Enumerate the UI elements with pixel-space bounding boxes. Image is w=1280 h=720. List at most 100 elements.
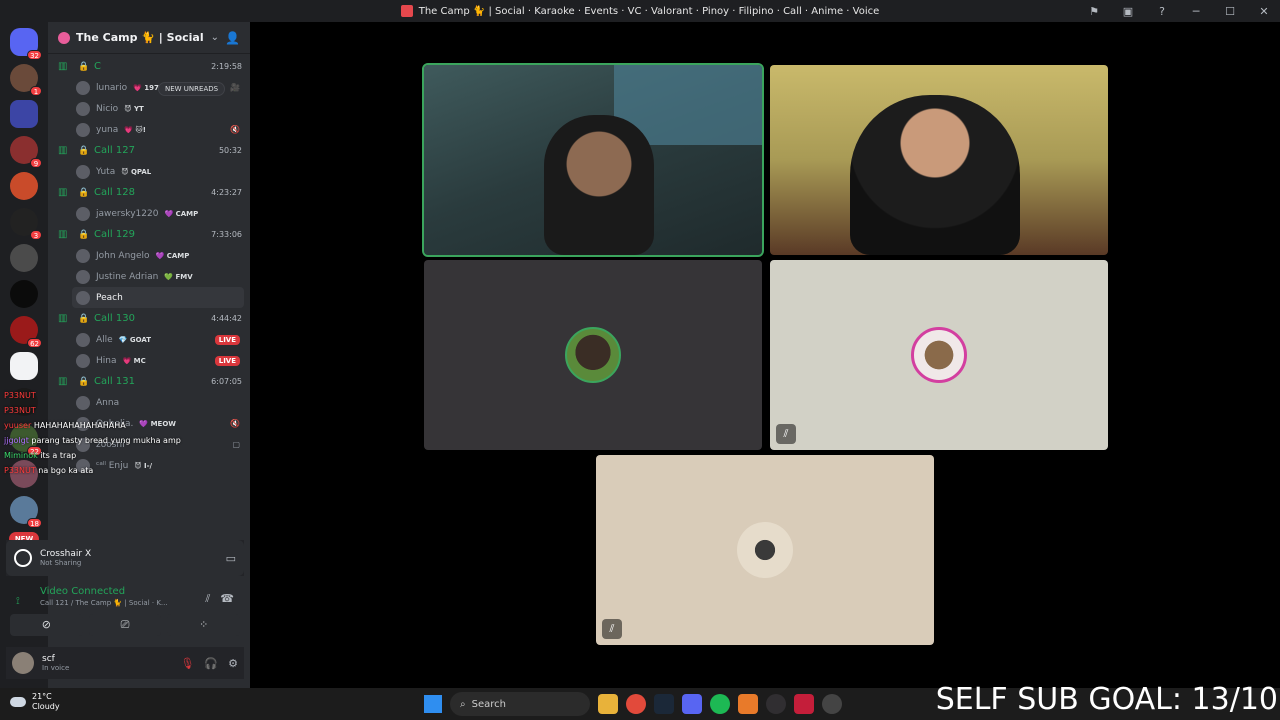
voice-channel-name: Call 130 (94, 313, 135, 324)
weather-widget[interactable]: 21°C Cloudy (10, 692, 60, 712)
server-badge: 1 (30, 86, 42, 96)
mic-muted-icon[interactable]: 🎙 (180, 657, 194, 670)
cloud-icon (10, 697, 26, 707)
help-icon[interactable]: ? (1154, 5, 1170, 18)
voice-connection-text: Video Connected Call 121 / The Camp 🐈 | … (14, 586, 236, 607)
spotify-icon[interactable] (710, 694, 730, 714)
avatar (76, 206, 90, 221)
speaker-icon: ▥ (58, 313, 68, 324)
avatar (76, 290, 90, 305)
close-button[interactable]: ✕ (1256, 5, 1272, 18)
server-icon[interactable] (10, 172, 38, 200)
discord-icon[interactable] (682, 694, 702, 714)
voice-member[interactable]: Nicio 😈 YT (48, 98, 250, 119)
app-icon[interactable] (822, 694, 842, 714)
guild-icon (58, 31, 70, 44)
screen-icon[interactable]: ▣ (1120, 5, 1136, 18)
obs-icon[interactable] (766, 694, 786, 714)
video-tile[interactable] (422, 63, 764, 257)
server-icon[interactable]: 9 (10, 136, 42, 168)
avatar-tile[interactable]: ⫽ (596, 455, 934, 645)
live-badge: LIVE (214, 355, 240, 366)
video-tile[interactable] (770, 65, 1108, 255)
avatar-tile[interactable]: ⫽ (770, 260, 1108, 450)
steam-icon[interactable] (654, 694, 674, 714)
maximize-button[interactable]: ☐ (1222, 5, 1238, 18)
noise-suppression-icon[interactable]: ⫽ (205, 592, 210, 606)
chat-line: jjgolgt parang tasty bread yung mukha am… (4, 433, 244, 448)
activity-text: Crosshair X Not Sharing (40, 549, 91, 567)
minimize-button[interactable]: ─ (1188, 5, 1204, 18)
activity-card[interactable]: Crosshair X Not Sharing ▭ (6, 540, 244, 576)
add-member-icon[interactable]: 👤 (225, 31, 240, 45)
chevron-down-icon[interactable]: ⌄ (211, 32, 219, 43)
server-icon[interactable]: 1 (10, 64, 42, 96)
folder-icon[interactable] (10, 100, 38, 128)
server-icon[interactable]: 3 (10, 208, 42, 240)
headphones-icon[interactable]: 🎧 (204, 657, 218, 670)
chat-line: yuuser HAHAHAHAHAHAHAHA (4, 418, 244, 433)
member-name: Peach (96, 292, 123, 303)
voice-channel[interactable]: ▥ 🔒 Call 130 4:44:42 (48, 308, 250, 329)
screen-share-icon[interactable]: ▭ (226, 552, 236, 565)
chrome-icon[interactable] (626, 694, 646, 714)
voice-channel[interactable]: ▥ 🔒 Call 129 7:33:06 (48, 224, 250, 245)
activity-subtitle: Not Sharing (40, 559, 82, 567)
search-label: Search (471, 698, 506, 710)
server-icon[interactable] (10, 244, 38, 272)
voice-channel[interactable]: ▥ 🔒 Call 127 50:32 (48, 140, 250, 161)
screen-share-button[interactable]: ⎚ (88, 614, 162, 636)
member-name: Alle (96, 334, 113, 345)
crosshair-icon (14, 549, 32, 567)
server-icon[interactable] (10, 280, 38, 308)
member-tag: 😈 QPAL (121, 167, 152, 176)
server-icon[interactable]: 62 (10, 316, 42, 348)
user-info[interactable]: scf In voice (42, 654, 69, 672)
voice-channel[interactable]: ▥ 🔒 C 2:19:58 (48, 56, 250, 77)
lock-icon: 🔒 (78, 145, 90, 156)
app-icon[interactable] (794, 694, 814, 714)
inbox-icon[interactable]: ⚑ (1086, 5, 1102, 18)
guild-header[interactable]: The Camp 🐈 | Social ... ⌄ 👤 (48, 22, 250, 54)
chat-text: na bgo ka ata (38, 466, 94, 475)
voice-channel-timer: 4:23:27 (211, 188, 242, 197)
voice-member[interactable]: Yuta 😈 QPAL (48, 161, 250, 182)
server-icon[interactable]: 18 (10, 496, 42, 528)
server-badge: 3 (30, 230, 42, 240)
voice-member[interactable]: Hina 💗 MC LIVE (48, 350, 250, 371)
voice-channel-name: Call 128 (94, 187, 135, 198)
avatar (76, 332, 90, 347)
member-name: Nicio (96, 103, 119, 114)
voice-member[interactable]: John Angelo 💜 CAMP (48, 245, 250, 266)
discord-home-icon[interactable]: 32 (10, 28, 42, 60)
avatar-tile[interactable] (424, 260, 762, 450)
avatar[interactable] (12, 652, 34, 674)
voice-channel-timer: 4:44:42 (211, 314, 242, 323)
avatar (76, 353, 90, 368)
gear-icon[interactable]: ⚙ (228, 657, 238, 670)
voice-member[interactable]: Alle 💎 GOAT LIVE (48, 329, 250, 350)
camera-off-button[interactable]: ⊘ (10, 614, 83, 636)
activities-button[interactable]: ⁘ (167, 614, 241, 636)
sub-goal-overlay: SELF SUB GOAL: 13/10 (935, 682, 1278, 717)
disconnect-icon[interactable]: ☎ (220, 592, 234, 606)
new-unreads-pill[interactable]: NEW UNREADS (158, 82, 226, 96)
windows-start-icon[interactable] (424, 695, 442, 713)
chat-line: Miminok its a trap (4, 448, 244, 463)
title-bar: The Camp 🐈 | Social · Karaoke · Events ·… (0, 0, 1280, 22)
lock-icon: 🔒 (78, 229, 90, 240)
voice-member[interactable]: Justine Adrian 💚 FMV (48, 266, 250, 287)
app-icon[interactable] (738, 694, 758, 714)
avatar (76, 80, 90, 95)
voice-member[interactable]: jawersky1220 💜 CAMP (48, 203, 250, 224)
file-explorer-icon[interactable] (598, 694, 618, 714)
user-controls: 🎙 🎧 ⚙ (180, 657, 238, 670)
voice-member[interactable]: yuna 💗 🐱! 🔇 (48, 119, 250, 140)
voice-channel[interactable]: ▥ 🔒 Call 128 4:23:27 (48, 182, 250, 203)
guild-name: The Camp 🐈 | Social ... (76, 31, 205, 44)
taskbar-search[interactable]: ⌕ Search (450, 692, 590, 716)
server-icon-active[interactable] (10, 352, 38, 380)
voice-member-hovered[interactable]: Peach (72, 287, 244, 308)
chat-user: P33NUT (4, 466, 36, 475)
member-name: Hina (96, 355, 117, 366)
